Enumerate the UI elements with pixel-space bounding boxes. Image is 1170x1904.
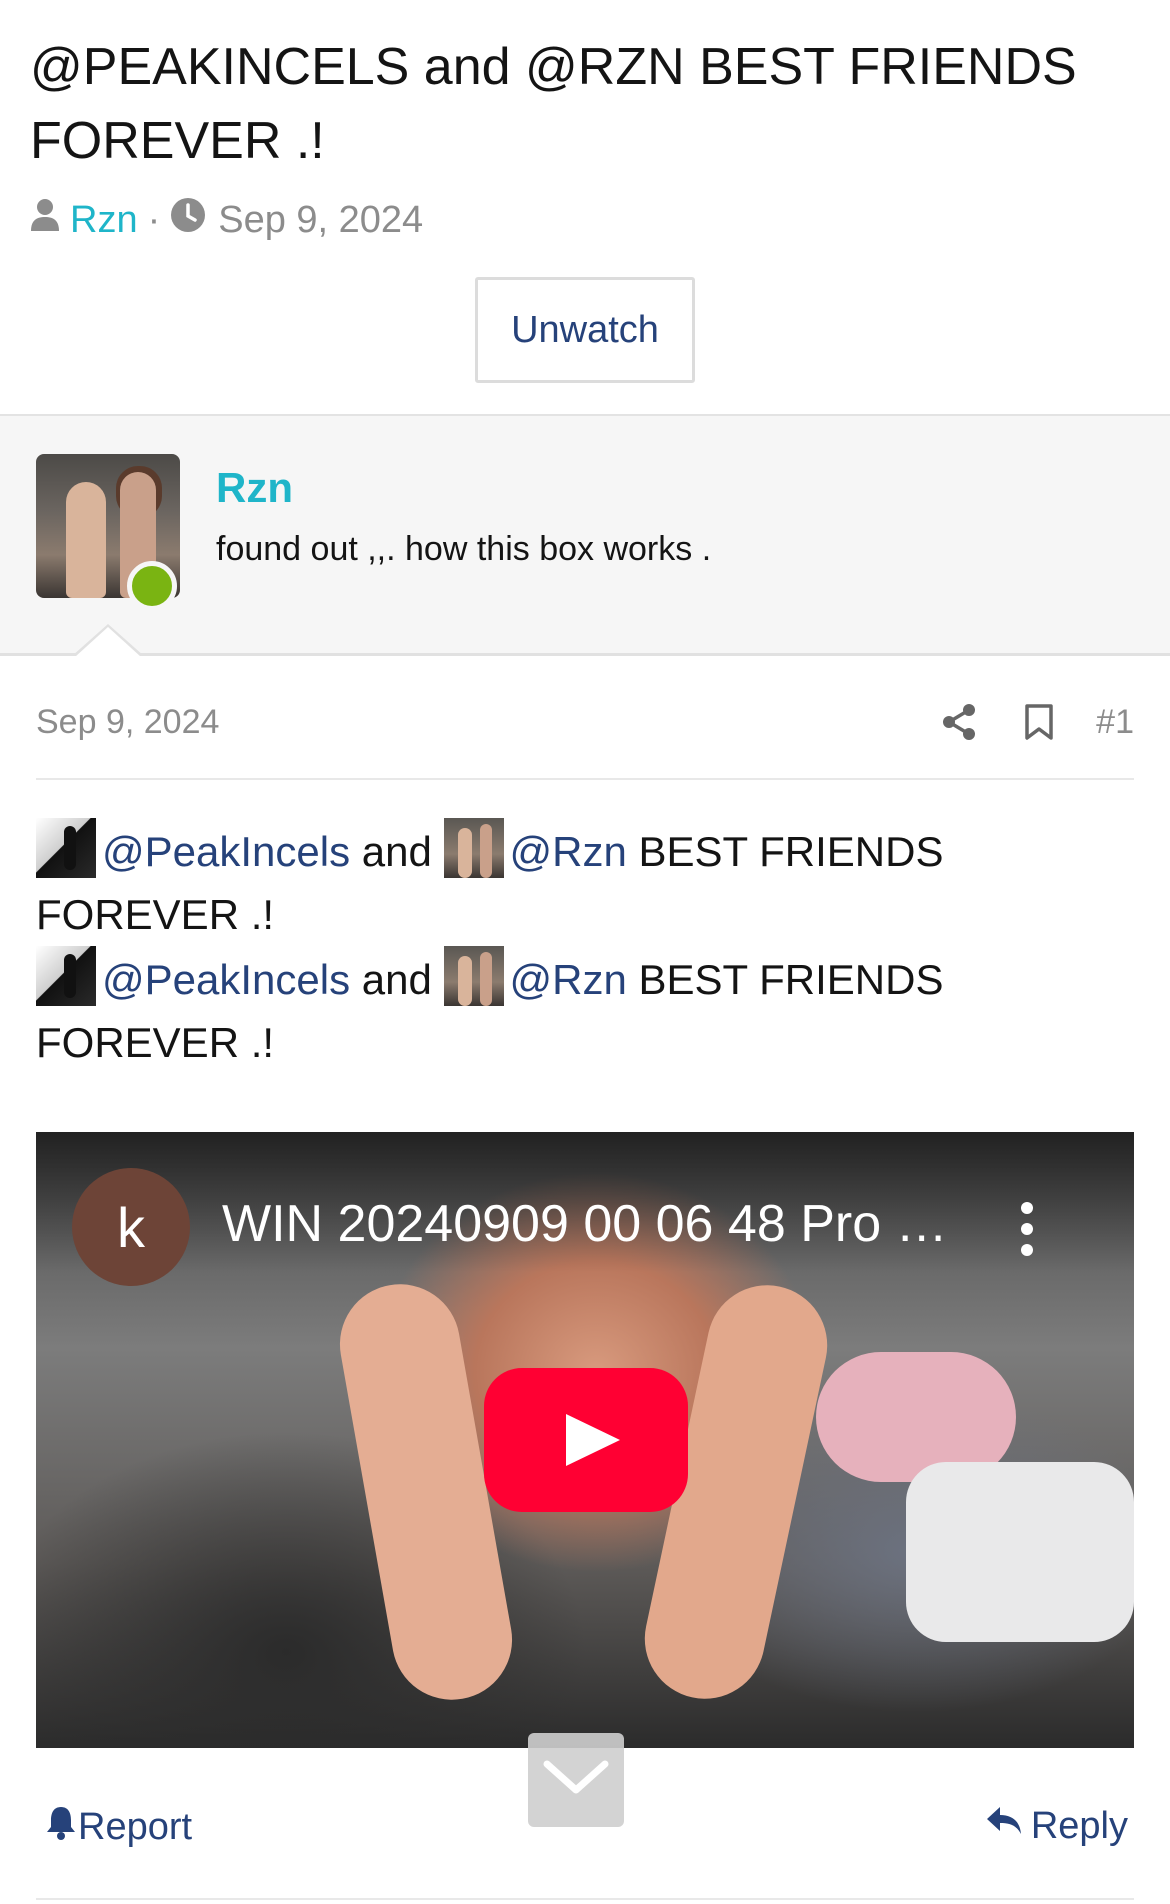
reply-label: Reply (1030, 1804, 1128, 1847)
post-text: and (350, 828, 444, 875)
thread-meta: Rzn · Sep 9, 2024 (30, 196, 423, 244)
thread-title: @PEAKINCELS and @RZN BEST FRIENDS FOREVE… (30, 38, 1077, 170)
bookmark-icon[interactable] (1012, 695, 1066, 749)
post-header: Sep 9, 2024 #1 (36, 694, 1134, 750)
channel-avatar[interactable]: k (72, 1168, 190, 1286)
poster-user-title: found out ,,. how this box works . (216, 530, 712, 568)
post-text: and (350, 956, 444, 1003)
post-date[interactable]: Sep 9, 2024 (36, 703, 219, 742)
thread-author-link[interactable]: Rzn (70, 199, 138, 242)
report-label: Report (78, 1805, 193, 1848)
poster-username[interactable]: Rzn (216, 464, 293, 512)
mention-avatar-rzn[interactable] (443, 818, 504, 878)
bottom-divider (36, 1898, 1134, 1900)
post-line: @PeakIncels and @Rzn BEST FRIENDS FOREVE… (36, 818, 1134, 946)
clock-icon (170, 197, 206, 243)
mention-rzn[interactable]: @Rzn (510, 828, 627, 875)
play-icon[interactable] (484, 1368, 688, 1512)
user-icon (30, 198, 60, 242)
mention-rzn[interactable]: @Rzn (510, 956, 627, 1003)
unwatch-button[interactable]: Unwatch (475, 277, 695, 383)
video-thumbnail-blanket (906, 1462, 1134, 1642)
mention-peakincels[interactable]: @PeakIncels (102, 956, 350, 1003)
post-line: @PeakIncels and @Rzn BEST FRIENDS FOREVE… (36, 946, 1134, 1074)
post-content: @PeakIncels and @Rzn BEST FRIENDS FOREVE… (36, 818, 1134, 1074)
reply-button[interactable]: Reply (985, 1804, 1128, 1848)
reply-icon (985, 1804, 1023, 1848)
meta-separator: · (147, 198, 161, 241)
thread-date[interactable]: Sep 9, 2024 (218, 199, 423, 242)
bell-icon (44, 1804, 78, 1850)
share-icon[interactable] (932, 695, 986, 749)
post-footer: Report Reply (36, 1796, 1134, 1856)
more-vertical-icon[interactable] (1012, 1202, 1042, 1256)
poster-panel: Rzn found out ,,. how this box works . (0, 414, 1170, 656)
mention-avatar-peakincels[interactable] (36, 946, 96, 1006)
report-button[interactable]: Report (44, 1804, 192, 1850)
panel-pointer (72, 624, 144, 657)
online-status-indicator (127, 561, 177, 611)
video-title[interactable]: WIN 20240909 00 06 48 Pro … (222, 1194, 948, 1254)
mention-avatar-rzn[interactable] (443, 946, 504, 1006)
mention-avatar-peakincels[interactable] (36, 818, 96, 878)
youtube-embed[interactable]: k WIN 20240909 00 06 48 Pro … (36, 1132, 1134, 1748)
mention-peakincels[interactable]: @PeakIncels (102, 828, 350, 875)
post-number-link[interactable]: #1 (1096, 703, 1134, 742)
post-header-divider (36, 778, 1134, 780)
